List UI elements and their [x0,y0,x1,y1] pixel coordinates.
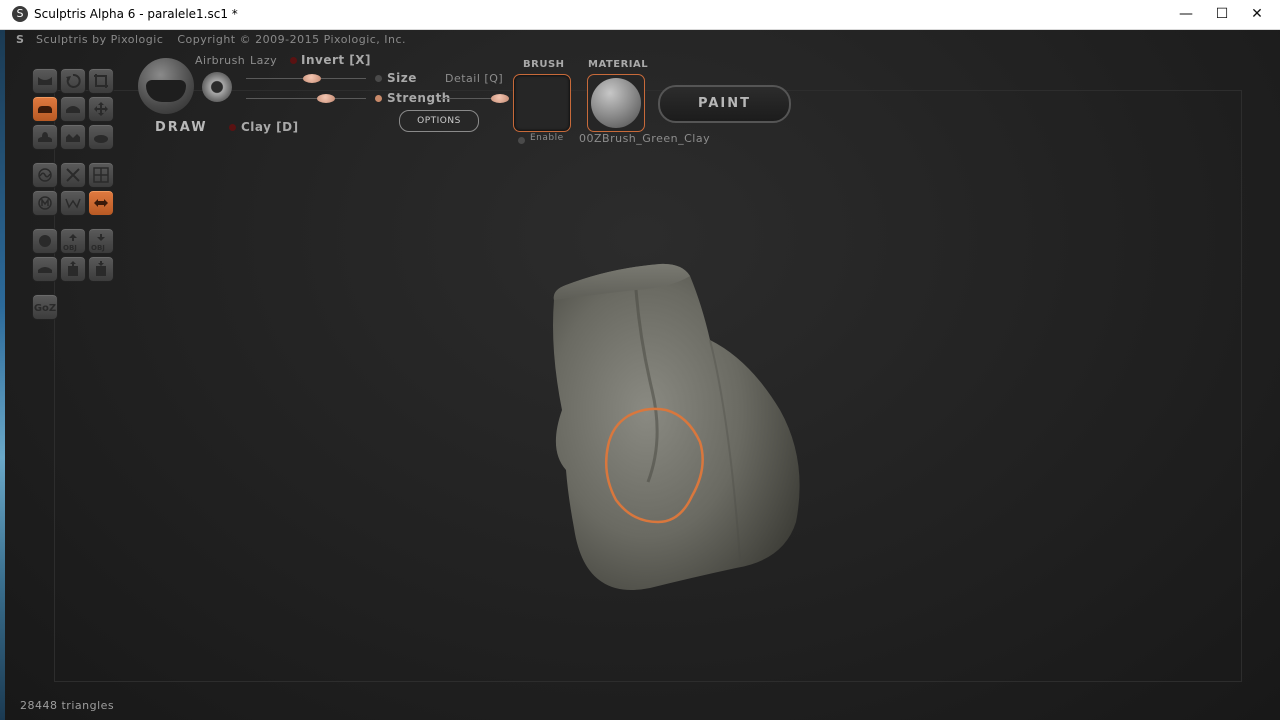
brush-header: BRUSH [523,59,565,70]
material-name: 00ZBrush_Green_Clay [579,132,711,145]
rotate-icon [66,73,81,88]
flatten-icon [66,106,80,113]
double-arrow-icon [94,199,108,207]
paint-mode-button[interactable]: PAINT [658,85,791,123]
symmetry-icon [38,196,52,210]
new-plane-button[interactable] [32,256,58,282]
mask-tool-button[interactable] [60,162,86,188]
tool-name-label: DRAW [155,120,208,135]
lazy-toggle[interactable]: Lazy [250,54,277,67]
crease-icon [38,77,52,85]
detail-slider-knob[interactable] [490,94,509,103]
desktop-edge [0,30,5,720]
model-body [553,263,800,590]
clay-indicator [229,124,236,131]
zigzag-icon [65,198,81,209]
inflate-tool-button[interactable] [32,124,58,150]
scale-icon [94,74,108,88]
size-slider-knob[interactable] [303,74,322,83]
window-title: Sculptris Alpha 6 - paralele1.sc1 * [34,7,238,21]
reduce-tool-button[interactable] [32,162,58,188]
draw-tool-button[interactable] [32,96,58,122]
cross-icon [66,168,80,182]
app-header: S Sculptris by Pixologic Copyright © 2009-… [16,33,406,47]
clay-toggle[interactable]: Clay [D] [241,120,299,134]
sculpt-model[interactable] [540,260,820,610]
save-file-button[interactable] [88,256,114,282]
airbrush-toggle[interactable]: Airbrush [195,54,245,67]
material-header: MATERIAL [588,59,649,70]
symmetry-tool-button[interactable] [32,190,58,216]
draw-icon [38,106,52,113]
strength-indicator [375,95,382,102]
wireframe-toggle-button[interactable] [88,162,114,188]
material-slot[interactable] [587,74,645,132]
enable-indicator [518,137,525,144]
subdivide-tool-button[interactable] [60,190,86,216]
invert-toggle[interactable]: Invert [X] [301,53,371,67]
pinch-tool-button[interactable] [60,124,86,150]
grab-tool-button[interactable] [88,96,114,122]
move-arrows-icon [94,102,108,116]
smooth-tool-button[interactable] [88,124,114,150]
strength-slider-track[interactable] [246,98,366,99]
disk-up-icon [68,261,78,276]
scale-tool-button[interactable] [88,68,114,94]
strength-slider-knob[interactable] [316,94,335,103]
rotate-tool-button[interactable] [60,68,86,94]
grid-icon [93,167,109,183]
plane-icon [38,267,52,273]
reduce-icon [38,168,52,182]
brush-enable-toggle[interactable]: Enable [530,133,564,143]
flatten-tool-button[interactable] [60,96,86,122]
material-preview-sphere [591,78,641,128]
goz-button[interactable]: GoZ [32,294,58,320]
triangle-count: 28448 triangles [20,699,115,712]
draw-brush-preview[interactable] [138,58,194,114]
size-label: Size [387,71,417,85]
open-file-button[interactable] [60,256,86,282]
detail-label: Detail [Q] [445,72,504,85]
close-button[interactable]: ✕ [1234,0,1280,29]
brush-texture-slot[interactable] [513,74,571,132]
size-indicator [375,75,382,82]
mirror-toggle-button[interactable] [88,190,114,216]
copyright-text: Copyright © 2009-2015 Pixologic, Inc. [177,33,407,46]
import-obj-button[interactable]: OBJ [60,228,86,254]
window-titlebar: S Sculptris Alpha 6 - paralele1.sc1 * — … [0,0,1280,30]
app-area: S Sculptris by Pixologic Copyright © 2009-… [0,30,1280,720]
invert-indicator [290,57,297,64]
new-sphere-button[interactable] [32,228,58,254]
disk-down-icon [96,261,106,276]
smooth-icon [94,135,108,143]
pinch-icon [66,134,80,142]
brand-text: Sculptris by Pixologic [36,33,164,46]
brush-falloff-ring[interactable] [202,72,232,102]
crease-tool-button[interactable] [32,68,58,94]
export-obj-button[interactable]: OBJ [88,228,114,254]
options-button[interactable]: OPTIONS [399,110,479,132]
inflate-icon [38,132,52,142]
app-logo-icon: S [16,33,25,46]
sphere-icon [39,235,51,247]
sculptris-logo-icon: S [12,6,28,22]
goz-label: GoZ [33,303,57,314]
